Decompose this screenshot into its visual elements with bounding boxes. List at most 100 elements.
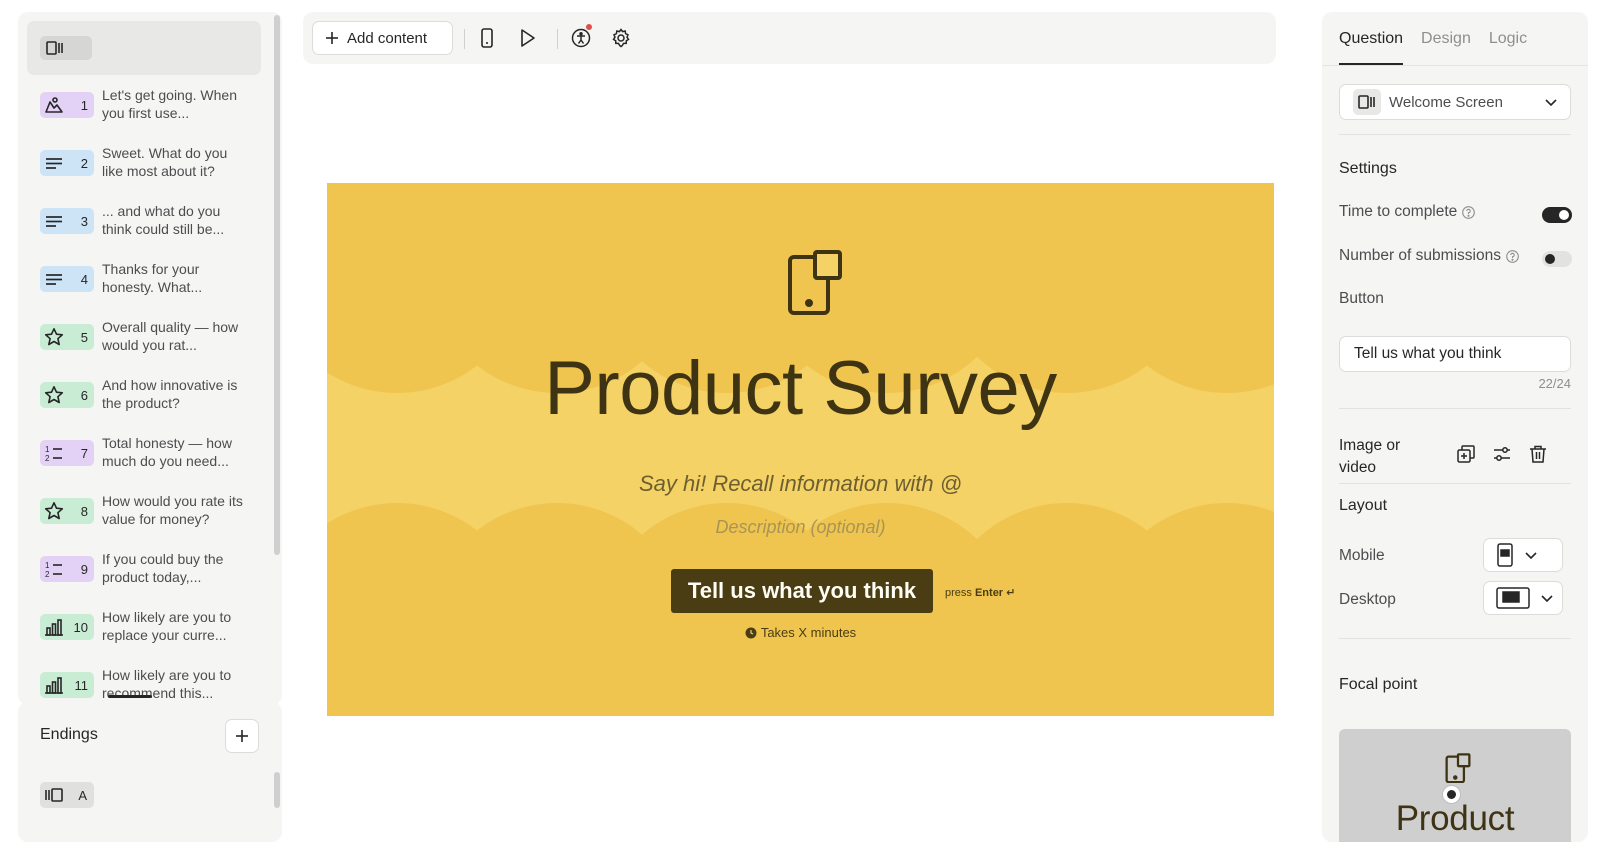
question-label: Sweet. What do you like most about it?	[102, 145, 228, 179]
question-number: 9	[80, 561, 88, 577]
question-item-3[interactable]: 3 ... and what do you think could still b…	[18, 198, 268, 256]
mobile-layout-label: Mobile	[1339, 547, 1385, 564]
ending-item-a[interactable]: A	[40, 782, 94, 808]
section-divider	[1339, 408, 1571, 409]
start-survey-button[interactable]: Tell us what you think	[671, 569, 933, 613]
question-label: How likely are you to replace your curre…	[102, 609, 232, 643]
question-item-10[interactable]: 10 How likely are you to replace your cur…	[18, 604, 268, 662]
add-image-icon[interactable]	[1456, 444, 1476, 464]
endings-panel: Endings A	[18, 702, 282, 842]
chevron-down-icon	[1545, 99, 1557, 107]
bar-chart-icon	[44, 676, 64, 694]
question-number: 1	[80, 97, 88, 113]
mobile-preview-button[interactable]	[475, 26, 499, 50]
desktop-layout-select[interactable]	[1483, 581, 1563, 615]
survey-title[interactable]: Product Survey	[327, 345, 1274, 432]
properties-tabs: Question Design Logic	[1339, 30, 1527, 65]
section-divider	[1339, 483, 1571, 484]
survey-description[interactable]: Description (optional)	[327, 517, 1274, 538]
help-icon[interactable]	[1462, 205, 1476, 219]
question-label: ... and what do you think could still be…	[102, 203, 225, 237]
trash-icon[interactable]	[1528, 444, 1548, 464]
sliders-icon[interactable]	[1492, 444, 1512, 464]
question-label: Total honesty — how much do you need...	[102, 435, 232, 469]
focal-point-handle[interactable]	[1442, 785, 1461, 804]
welcome-screen-icon	[46, 40, 64, 56]
question-item-8[interactable]: 8 How would you rate its value for money?	[18, 488, 268, 546]
panel-resize-handle[interactable]	[108, 695, 152, 698]
question-number: 4	[80, 271, 88, 287]
question-item-1[interactable]: 1 Let's get going. When you first use...	[18, 82, 268, 140]
question-type-badge: 4	[40, 266, 94, 292]
question-number: 10	[73, 619, 88, 635]
clock-icon	[745, 627, 757, 638]
text-lines-icon	[44, 155, 64, 171]
time-to-complete-toggle[interactable]	[1542, 207, 1572, 223]
number-of-submissions-label: Number of submissions	[1339, 247, 1519, 265]
endings-title: Endings	[40, 726, 98, 743]
toolbar-separator	[464, 29, 465, 49]
preview-play-button[interactable]	[515, 26, 539, 50]
mobile-layout-select[interactable]	[1483, 538, 1563, 572]
mobile-layout-icon	[1497, 543, 1513, 567]
button-label-input[interactable]	[1339, 336, 1571, 372]
question-label: Thanks for your honesty. What...	[102, 261, 203, 295]
question-number: 3	[80, 213, 88, 229]
question-item-5[interactable]: 5 Overall quality — how would you rat...	[18, 314, 268, 372]
survey-preview-canvas[interactable]: Product Survey Say hi! Recall informatio…	[327, 183, 1274, 716]
tabs-divider	[1322, 65, 1588, 66]
number-of-submissions-text: Number of submissions	[1339, 247, 1501, 264]
question-item-9[interactable]: 1 2 9 If you could buy the product today,..…	[18, 546, 268, 604]
question-item-6[interactable]: 6 And how innovative is the product?	[18, 372, 268, 430]
time-to-complete-text: Time to complete	[1339, 203, 1458, 220]
help-icon[interactable]	[1506, 249, 1519, 263]
question-label: Let's get going. When you first use...	[102, 87, 237, 121]
question-type-badge: 1	[40, 92, 94, 118]
section-divider	[1339, 134, 1571, 135]
question-type-badge: 10	[40, 614, 94, 640]
question-label: Overall quality — how would you rat...	[102, 319, 239, 353]
question-type-badge: 12 9	[40, 556, 94, 582]
question-number: 11	[74, 677, 89, 693]
chevron-down-icon	[1541, 595, 1553, 603]
takes-time-text: Takes X minutes	[760, 625, 857, 640]
text-lines-icon	[44, 271, 64, 287]
question-list-scrollbar[interactable]	[274, 15, 280, 555]
notification-dot	[586, 24, 592, 30]
question-number: 2	[80, 155, 88, 171]
tab-logic[interactable]: Logic	[1489, 30, 1527, 65]
ending-screen-icon	[45, 788, 63, 802]
question-list: 1 Let's get going. When you first use... 2…	[18, 82, 268, 720]
press-enter-hint: press Enter ↵	[945, 586, 1015, 599]
plus-icon	[326, 32, 338, 44]
add-ending-button[interactable]	[225, 719, 259, 753]
focal-point-preview[interactable]: Product Survey	[1339, 729, 1571, 842]
settings-button[interactable]	[609, 26, 633, 50]
section-divider	[1339, 638, 1571, 639]
welcome-screen-item[interactable]	[27, 21, 261, 75]
media-actions	[1456, 444, 1548, 464]
ending-letter: A	[78, 787, 87, 803]
bar-chart-icon	[44, 618, 64, 636]
question-item-2[interactable]: 2 Sweet. What do you like most about it?	[18, 140, 268, 198]
add-content-button[interactable]: Add content	[312, 21, 453, 55]
question-item-7[interactable]: 1 2 7 Total honesty — how much do you need.…	[18, 430, 268, 488]
question-type-select[interactable]: Welcome Screen	[1339, 84, 1571, 120]
ranking-icon: 12	[44, 560, 64, 578]
number-of-submissions-toggle[interactable]	[1542, 251, 1572, 267]
tab-question[interactable]: Question	[1339, 30, 1404, 65]
svg-text:1: 1	[45, 561, 50, 570]
focal-preview-title: Product Survey	[1395, 799, 1515, 842]
ranking-icon: 12	[44, 444, 64, 462]
endings-scrollbar[interactable]	[274, 772, 280, 808]
person-icon	[44, 96, 64, 114]
welcome-screen-badge	[40, 36, 92, 60]
question-item-4[interactable]: 4 Thanks for your honesty. What...	[18, 256, 268, 314]
layout-title: Layout	[1339, 497, 1388, 514]
accessibility-button[interactable]	[569, 24, 593, 50]
question-list-panel: 1 Let's get going. When you first use... 2…	[18, 12, 282, 705]
question-type-badge: 2	[40, 150, 94, 176]
survey-subtitle[interactable]: Say hi! Recall information with @	[327, 471, 1274, 497]
question-number: 8	[80, 503, 88, 519]
tab-design[interactable]: Design	[1421, 30, 1471, 65]
